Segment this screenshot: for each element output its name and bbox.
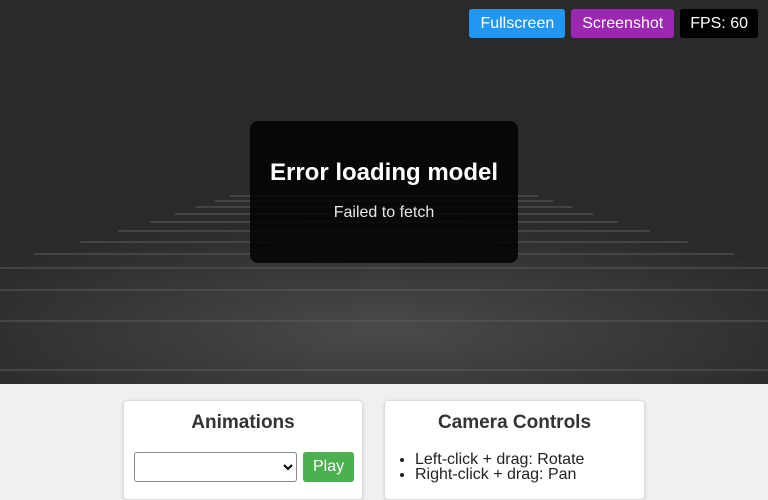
screenshot-button[interactable]: Screenshot <box>571 9 675 38</box>
camera-controls-panel: Camera Controls Left-click + drag: Rotat… <box>384 400 645 500</box>
animation-controls: Play <box>134 452 355 482</box>
play-button[interactable]: Play <box>303 452 355 482</box>
error-message: Failed to fetch <box>333 204 435 221</box>
error-dialog: Error loading model Failed to fetch <box>250 121 518 263</box>
camera-controls-list: Left-click + drag: Rotate Right-click + … <box>415 452 584 483</box>
viewport-toolbar: Fullscreen Screenshot FPS: 60 <box>469 9 758 38</box>
fullscreen-button[interactable]: Fullscreen <box>469 9 566 38</box>
list-item: Left-click + drag: Rotate <box>415 452 584 468</box>
camera-panel-title: Camera Controls <box>437 412 592 433</box>
animations-panel-title: Animations <box>191 412 295 433</box>
3d-viewport[interactable]: Fullscreen Screenshot FPS: 60 Error load… <box>0 0 768 384</box>
animation-select[interactable] <box>134 452 297 482</box>
animations-panel: Animations Play <box>123 400 363 500</box>
error-title: Error loading model <box>269 159 499 186</box>
fps-counter: FPS: 60 <box>680 9 758 38</box>
